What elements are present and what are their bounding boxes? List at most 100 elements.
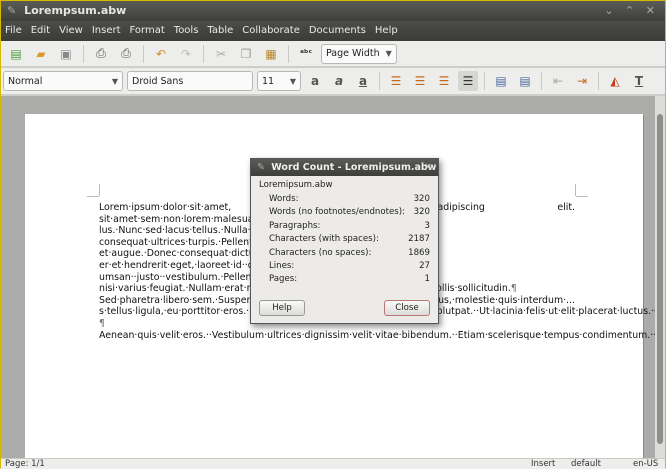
save-icon[interactable]: ▣ <box>56 44 76 64</box>
menu-table[interactable]: Table <box>207 21 233 41</box>
chevron-down-icon: ▼ <box>111 76 118 86</box>
separator <box>143 44 144 63</box>
zoom-select[interactable]: Page Width ▼ <box>321 43 397 64</box>
paragraph-text: Aenean·quis·velit·eros.··Vestibulum·ultr… <box>99 329 655 341</box>
separator <box>484 72 485 90</box>
chevron-down-icon: ▼ <box>385 49 392 58</box>
italic-icon[interactable]: a <box>329 71 349 91</box>
spellcheck-icon[interactable]: ᵃᵇᶜ <box>296 44 316 64</box>
justify-icon[interactable]: ☰ <box>458 71 478 91</box>
menu-insert[interactable]: Insert <box>92 21 121 41</box>
format-toolbar: Normal ▼ Droid Sans 11 ▼ a a a ☰ ☰ ☰ ☰ ▤… <box>1 68 665 95</box>
stat-value: 1869 <box>408 247 430 258</box>
stat-row: Words: 320 <box>259 193 430 206</box>
dialog-icon: ✎ <box>257 162 265 173</box>
print-preview-icon[interactable]: ⎙ <box>116 44 136 64</box>
pilcrow: ¶ <box>99 317 105 329</box>
dialog-title-bar: ✎ Word Count - Loremipsum.abw ✕ <box>251 159 438 176</box>
chevron-down-icon: ▼ <box>289 76 296 86</box>
menu-edit[interactable]: Edit <box>31 21 50 41</box>
dialog-title: Word Count - Loremipsum.abw <box>271 162 437 173</box>
paste-icon[interactable]: ▦ <box>261 44 281 64</box>
close-icon[interactable]: ✕ <box>424 159 432 176</box>
zoom-value: Page Width <box>326 48 380 59</box>
word-count-dialog: ✎ Word Count - Loremipsum.abw ✕ Loremips… <box>250 158 439 324</box>
menu-tools[interactable]: Tools <box>174 21 199 41</box>
separator <box>541 72 542 90</box>
paragraph[interactable]: Aenean·quis·velit·eros.··Vestibulum·ultr… <box>99 330 655 342</box>
highlight-color-icon[interactable]: ◭ <box>605 71 625 91</box>
status-bar: Page: 1/1 Insert default en-US <box>1 458 665 469</box>
stat-label: Characters (with spaces): <box>269 234 379 245</box>
copy-icon[interactable]: ❐ <box>236 44 256 64</box>
stat-value: 320 <box>413 194 430 204</box>
align-right-icon[interactable]: ☰ <box>434 71 454 91</box>
menu-bar: File Edit View Insert Format Tools Table… <box>1 21 665 41</box>
dialog-body: Loremipsum.abw Words: 320 Words (no footn… <box>251 176 438 287</box>
stat-value: 2187 <box>408 234 430 245</box>
font-size-select[interactable]: 11 ▼ <box>257 71 301 91</box>
stat-value: 27 <box>419 260 430 271</box>
title-bar: ✎ Lorempsum.abw ⌄ ⌃ ✕ <box>1 1 665 21</box>
redo-icon[interactable]: ↷ <box>176 44 196 64</box>
menu-file[interactable]: File <box>5 21 22 41</box>
stat-row: Paragraphs: 3 <box>259 220 430 233</box>
font-value: Droid Sans <box>132 75 184 87</box>
stat-row: Pages: 1 <box>259 273 430 286</box>
separator <box>203 44 204 63</box>
undo-icon[interactable]: ↶ <box>151 44 171 64</box>
font-select[interactable]: Droid Sans <box>127 71 253 91</box>
new-document-icon[interactable]: ▤ <box>6 44 26 64</box>
open-folder-icon[interactable]: ▰ <box>31 44 51 64</box>
app-icon: ✎ <box>7 4 17 17</box>
close-button[interactable]: Close <box>384 300 430 316</box>
stat-label: Words: <box>269 194 299 204</box>
menu-collaborate[interactable]: Collaborate <box>242 21 300 41</box>
standard-toolbar: ▤ ▰ ▣ ⎙ ⎙ ↶ ↷ ✂ ❐ ▦ ᵃᵇᶜ Page Width ▼ <box>1 41 665 67</box>
dialog-buttons: Help Close <box>259 300 430 316</box>
cut-icon[interactable]: ✂ <box>211 44 231 64</box>
separator <box>598 72 599 90</box>
indent-icon[interactable]: ⇥ <box>572 71 592 91</box>
outdent-icon[interactable]: ⇤ <box>548 71 568 91</box>
window-title: Lorempsum.abw <box>24 4 127 17</box>
stat-value: 320 <box>413 207 430 218</box>
stat-row: Words (no footnotes/endnotes): 320 <box>259 206 430 219</box>
stat-row: Characters (with spaces): 2187 <box>259 233 430 246</box>
stat-label: Words (no footnotes/endnotes): <box>269 207 406 218</box>
print-icon[interactable]: ⎙ <box>91 44 111 64</box>
menu-view[interactable]: View <box>59 21 83 41</box>
font-size-value: 11 <box>262 75 275 87</box>
margin-marker <box>576 196 588 197</box>
align-center-icon[interactable]: ☰ <box>410 71 430 91</box>
stat-label: Pages: <box>269 274 298 285</box>
stat-value: 3 <box>424 220 430 231</box>
stat-value: 1 <box>424 274 430 285</box>
stat-row: Lines: 27 <box>259 260 430 273</box>
stat-label: Paragraphs: <box>269 220 321 231</box>
bullets-icon[interactable]: ▤ <box>491 71 511 91</box>
margin-marker <box>87 196 99 197</box>
separator <box>83 44 84 63</box>
menu-help[interactable]: Help <box>375 21 398 41</box>
underline-icon[interactable]: a <box>353 71 373 91</box>
stat-row: Characters (no spaces): 1869 <box>259 247 430 260</box>
numbering-icon[interactable]: ▤ <box>515 71 535 91</box>
separator <box>288 44 289 63</box>
text-color-icon[interactable]: T <box>629 71 649 91</box>
menu-documents[interactable]: Documents <box>309 21 366 41</box>
scrollbar-thumb[interactable] <box>657 114 663 444</box>
align-left-icon[interactable]: ☰ <box>386 71 406 91</box>
style-value: Normal <box>8 75 43 87</box>
separator <box>379 72 380 90</box>
window-controls[interactable]: ⌄ ⌃ ✕ <box>604 1 659 21</box>
help-button[interactable]: Help <box>259 300 305 316</box>
menu-format[interactable]: Format <box>130 21 165 41</box>
bold-icon[interactable]: a <box>305 71 325 91</box>
stat-label: Characters (no spaces): <box>269 247 372 258</box>
stat-label: Lines: <box>269 260 295 271</box>
vertical-scrollbar[interactable] <box>655 96 665 458</box>
style-select[interactable]: Normal ▼ <box>3 71 123 91</box>
pilcrow: ¶ <box>510 283 517 295</box>
margin-marker <box>575 184 576 196</box>
